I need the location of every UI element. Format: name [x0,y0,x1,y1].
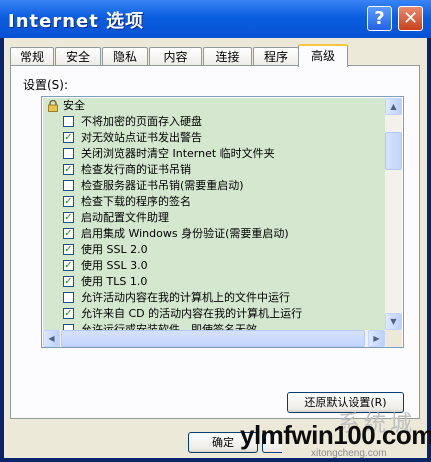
setting-label: 允许来自 CD 的活动内容在我的计算机上运行 [81,307,303,320]
checkbox[interactable] [63,180,74,191]
setting-row[interactable]: ✓ 检查发行商的证书吊销 [43,162,383,178]
window-title: Internet 选项 [8,11,145,32]
internet-options-window: Internet 选项 ? ✕ 常规 安全 隐私 内容 连接 程序 高级 设置(… [0,0,431,462]
setting-label: 允许运行或安装软件，即使签名无效 [81,323,257,330]
checkbox[interactable]: ✓ [63,132,74,143]
watermark-main: ylmfwin100.com [240,420,431,450]
checkbox[interactable]: ✓ [63,196,74,207]
close-button[interactable]: ✕ [398,6,423,31]
checkbox[interactable]: ✓ [63,212,74,223]
tab-content[interactable]: 内容 [149,47,202,66]
setting-row[interactable]: 允许活动内容在我的计算机上的文件中运行 [43,290,383,306]
setting-row[interactable]: ✓ 使用 TLS 1.0 [43,274,383,290]
scroll-down-icon[interactable]: ▼ [385,313,402,330]
setting-label: 关闭浏览器时清空 Internet 临时文件夹 [81,147,275,160]
setting-label: 检查服务器证书吊销(需要重启动) [81,179,244,192]
settings-tree[interactable]: 安全 不将加密的页面存入硬盘 ✓ 对无效站点证书发出警告 关闭浏览器时清空 Int… [41,96,404,348]
setting-row[interactable]: ✓ 使用 SSL 3.0 [43,258,383,274]
setting-label: 使用 SSL 3.0 [81,259,148,272]
setting-label: 启用集成 Windows 身份验证(需要重启动) [81,227,289,240]
setting-label: 允许活动内容在我的计算机上的文件中运行 [81,291,290,304]
setting-row[interactable]: ✓ 启用集成 Windows 身份验证(需要重启动) [43,226,383,242]
setting-label: 对无效站点证书发出警告 [81,131,202,144]
checkbox[interactable]: ✓ [63,244,74,255]
checkbox[interactable]: ✓ [63,308,74,319]
tab-security[interactable]: 安全 [55,47,101,66]
setting-row[interactable]: ✓ 使用 SSL 2.0 [43,242,383,258]
checkbox[interactable] [63,148,74,159]
scroll-corner [385,330,402,347]
advanced-panel: 设置(S): 安全 不将加密的页面存入硬盘 ✓ 对无效站点证书发出警告 关闭浏览器… [10,65,420,419]
help-button[interactable]: ? [367,6,392,31]
title-bar[interactable]: Internet 选项 ? ✕ [0,0,431,38]
setting-label: 使用 SSL 2.0 [81,243,148,256]
setting-row[interactable]: ✓ 检查下载的程序的签名 [43,194,383,210]
vertical-scroll-thumb[interactable] [385,132,402,170]
tab-general[interactable]: 常规 [10,47,54,66]
setting-label: 检查下载的程序的签名 [81,195,191,208]
setting-row[interactable]: 检查服务器证书吊销(需要重启动) [43,178,383,194]
checkbox[interactable] [63,292,74,303]
vertical-scrollbar[interactable]: ▲ ▼ [385,98,402,330]
watermark-sub: xitongcheng.com [311,448,387,459]
setting-label: 使用 TLS 1.0 [81,275,148,288]
tab-advanced[interactable]: 高级 [298,44,348,67]
group-header-security: 安全 [43,98,383,114]
setting-label: 不将加密的页面存入硬盘 [81,115,202,128]
setting-label: 启动配置文件助理 [81,211,169,224]
checkbox[interactable]: ✓ [63,276,74,287]
setting-label: 检查发行商的证书吊销 [81,163,191,176]
checkbox[interactable]: ✓ [63,228,74,239]
tab-connections[interactable]: 连接 [203,47,252,66]
horizontal-scroll-thumb[interactable] [61,330,365,347]
checkbox[interactable]: ✓ [63,260,74,271]
checkbox[interactable]: ✓ [63,164,74,175]
setting-row[interactable]: ✓ 对无效站点证书发出警告 [43,130,383,146]
scroll-up-icon[interactable]: ▲ [385,98,402,115]
horizontal-scrollbar[interactable]: ◀ ▶ [43,330,385,347]
setting-row[interactable]: 不将加密的页面存入硬盘 [43,114,383,130]
setting-row[interactable]: ✓ 启动配置文件助理 [43,210,383,226]
settings-rows: 安全 不将加密的页面存入硬盘 ✓ 对无效站点证书发出警告 关闭浏览器时清空 Int… [43,98,385,330]
settings-label: 设置(S): [23,78,69,92]
tab-programs[interactable]: 程序 [253,47,299,66]
scroll-left-icon[interactable]: ◀ [43,330,60,347]
group-label: 安全 [63,99,85,112]
checkbox[interactable] [63,116,74,127]
setting-row[interactable]: 关闭浏览器时清空 Internet 临时文件夹 [43,146,383,162]
dialog-client: 常规 安全 隐私 内容 连接 程序 高级 设置(S): 安全 不将加密的页面存入… [4,38,427,458]
lock-icon [48,100,58,112]
setting-row[interactable]: 允许运行或安装软件，即使签名无效 [43,322,383,330]
tab-privacy[interactable]: 隐私 [102,47,148,66]
setting-row[interactable]: ✓ 允许来自 CD 的活动内容在我的计算机上运行 [43,306,383,322]
scroll-right-icon[interactable]: ▶ [368,330,385,347]
